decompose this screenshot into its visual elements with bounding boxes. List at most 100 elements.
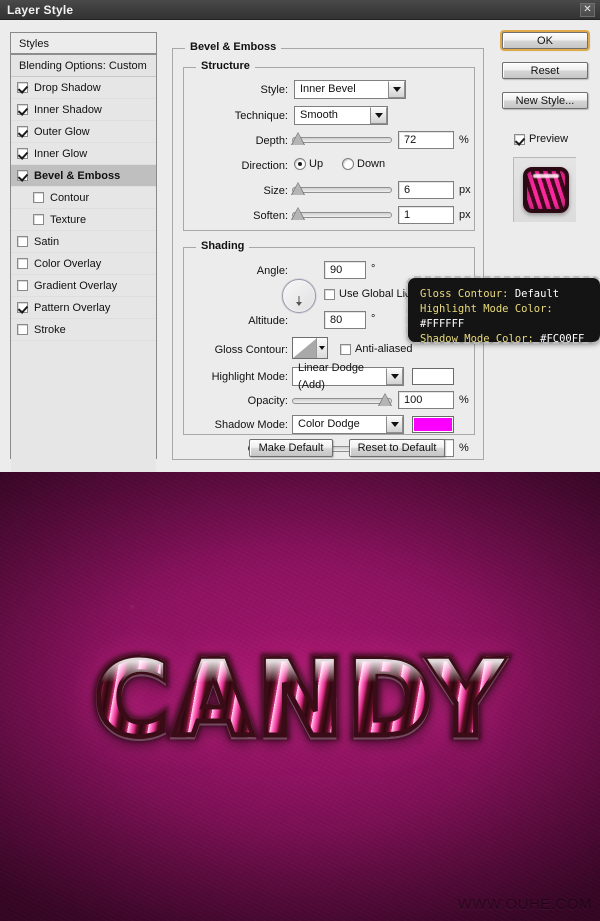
highlight-mode-select[interactable]: Linear Dodge (Add) [292, 362, 404, 391]
depth-slider-thumb[interactable] [291, 132, 305, 145]
soften-label: Soften: [253, 210, 288, 222]
checkbox-empty-icon[interactable] [33, 214, 44, 225]
altitude-input[interactable]: 80 [324, 311, 366, 329]
bevel-emboss-group: Bevel & Emboss Structure Style: Inner Be… [172, 41, 484, 460]
dialog-body: Styles Blending Options: Custom Drop Sha… [0, 20, 600, 484]
styles-list-item[interactable]: Gradient Overlay [11, 275, 156, 297]
styles-list-item[interactable]: Inner Shadow [11, 99, 156, 121]
style-select[interactable]: Inner Bevel [294, 80, 406, 99]
styles-list-item[interactable]: Contour [11, 187, 156, 209]
reset-to-default-button[interactable]: Reset to Default [349, 439, 445, 457]
styles-list-item-label: Drop Shadow [34, 81, 101, 94]
layer-style-window: Layer Style ✕ Styles Blending Options: C… [0, 0, 600, 921]
checkbox-checked-icon[interactable] [17, 82, 28, 93]
checkbox-checked-icon[interactable] [17, 302, 28, 313]
reset-button[interactable]: Reset [502, 62, 588, 79]
styles-list-item-label: Stroke [34, 323, 66, 336]
checkbox-empty-icon[interactable] [17, 280, 28, 291]
direction-down-label: Down [357, 158, 386, 170]
styles-list-item[interactable]: Inner Glow [11, 143, 156, 165]
checkbox-checked-icon[interactable] [17, 104, 28, 115]
structure-group: Structure Style: Inner Bevel Technique: … [183, 60, 475, 231]
styles-list-item[interactable]: Stroke [11, 319, 156, 341]
checkbox-checked-icon[interactable] [17, 170, 28, 181]
styles-list-item-label: Inner Glow [34, 147, 88, 160]
size-input[interactable]: 6 [398, 181, 454, 199]
ok-button[interactable]: OK [502, 32, 588, 49]
highlight-opacity-unit: % [459, 394, 469, 406]
chevron-down-icon[interactable] [316, 338, 327, 358]
make-default-button[interactable]: Make Default [249, 439, 333, 457]
styles-list-item[interactable]: Texture [11, 209, 156, 231]
use-global-light-checkbox[interactable]: Use Global Light [324, 288, 420, 300]
technique-select[interactable]: Smooth [294, 106, 388, 125]
styles-list-item[interactable]: Bevel & Emboss [11, 165, 156, 187]
styles-list-filler [11, 341, 156, 484]
highlight-color-swatch[interactable] [412, 368, 454, 385]
styles-rows: Drop Shadow Inner Shadow Outer Glow Inner G… [11, 77, 156, 341]
styles-list-item-label: Inner Shadow [34, 103, 102, 116]
tooltip-label: Gloss Contour: [420, 288, 509, 300]
shadow-mode-value: Color Dodge [298, 418, 360, 430]
highlight-opacity-thumb[interactable] [378, 393, 392, 406]
anti-aliased-checkbox[interactable]: Anti-aliased [340, 343, 412, 355]
structure-legend: Structure [196, 60, 255, 72]
styles-list-item-label: Bevel & Emboss [34, 169, 121, 182]
chevron-down-icon [370, 107, 387, 124]
candy-text: CANDY [0, 645, 600, 754]
checkbox-checked-icon [514, 133, 525, 145]
gloss-contour-picker[interactable] [292, 337, 328, 359]
close-icon[interactable]: ✕ [580, 3, 595, 17]
highlight-mode-value: Linear Dodge (Add) [298, 361, 365, 391]
shadow-mode-label: Shadow Mode: [214, 419, 288, 431]
checkbox-empty-icon [324, 288, 335, 300]
altitude-unit: ° [371, 313, 376, 325]
checkbox-empty-icon [340, 343, 351, 355]
size-slider[interactable] [291, 182, 392, 196]
soften-slider-track [292, 212, 392, 218]
checkbox-empty-icon[interactable] [17, 324, 28, 335]
angle-dial[interactable] [282, 279, 316, 313]
checkbox-empty-icon[interactable] [17, 258, 28, 269]
shading-legend: Shading [196, 240, 250, 252]
soften-slider-thumb[interactable] [291, 207, 305, 220]
styles-list-item[interactable]: Outer Glow [11, 121, 156, 143]
checkbox-empty-icon[interactable] [17, 236, 28, 247]
styles-list-item[interactable]: Drop Shadow [11, 77, 156, 99]
soften-input[interactable]: 1 [398, 206, 454, 224]
depth-slider[interactable] [291, 132, 392, 146]
preview-thumbnail [523, 167, 569, 213]
direction-down-radio[interactable]: Down [342, 158, 385, 170]
tooltip-label: Highlight Mode Color: [420, 303, 553, 315]
styles-list-item[interactable]: Pattern Overlay [11, 297, 156, 319]
checkbox-empty-icon[interactable] [33, 192, 44, 203]
direction-label: Direction: [241, 160, 288, 172]
chevron-down-icon [386, 368, 403, 385]
size-unit: px [459, 184, 471, 196]
direction-up-radio[interactable]: Up [294, 158, 323, 170]
shadow-mode-select[interactable]: Color Dodge [292, 415, 404, 434]
annotation-tooltip: Gloss Contour: Default Highlight Mode Co… [406, 276, 600, 345]
shadow-color-swatch[interactable] [412, 416, 454, 433]
styles-list-item-label: Satin [34, 235, 60, 248]
highlight-opacity-input[interactable]: 100 [398, 391, 454, 409]
checkbox-checked-icon[interactable] [17, 126, 28, 137]
angle-input[interactable]: 90 [324, 261, 366, 279]
preview-checkbox[interactable]: Preview [514, 133, 568, 145]
style-label: Style: [260, 84, 288, 96]
soften-slider[interactable] [291, 207, 392, 221]
new-style-button[interactable]: New Style... [502, 92, 588, 109]
angle-dial-pointer-icon [296, 302, 302, 306]
tooltip-value: #FC00FF [540, 333, 585, 345]
blending-options-row[interactable]: Blending Options: Custom [11, 55, 156, 77]
window-title: Layer Style [7, 3, 74, 17]
highlight-mode-label: Highlight Mode: [211, 371, 288, 383]
size-slider-thumb[interactable] [291, 182, 305, 195]
highlight-opacity-slider[interactable] [292, 393, 392, 407]
depth-input[interactable]: 72 [398, 131, 454, 149]
styles-list-item[interactable]: Color Overlay [11, 253, 156, 275]
styles-list-item[interactable]: Satin [11, 231, 156, 253]
depth-label: Depth: [255, 135, 288, 147]
checkbox-checked-icon[interactable] [17, 148, 28, 159]
bevel-emboss-legend: Bevel & Emboss [185, 41, 282, 53]
